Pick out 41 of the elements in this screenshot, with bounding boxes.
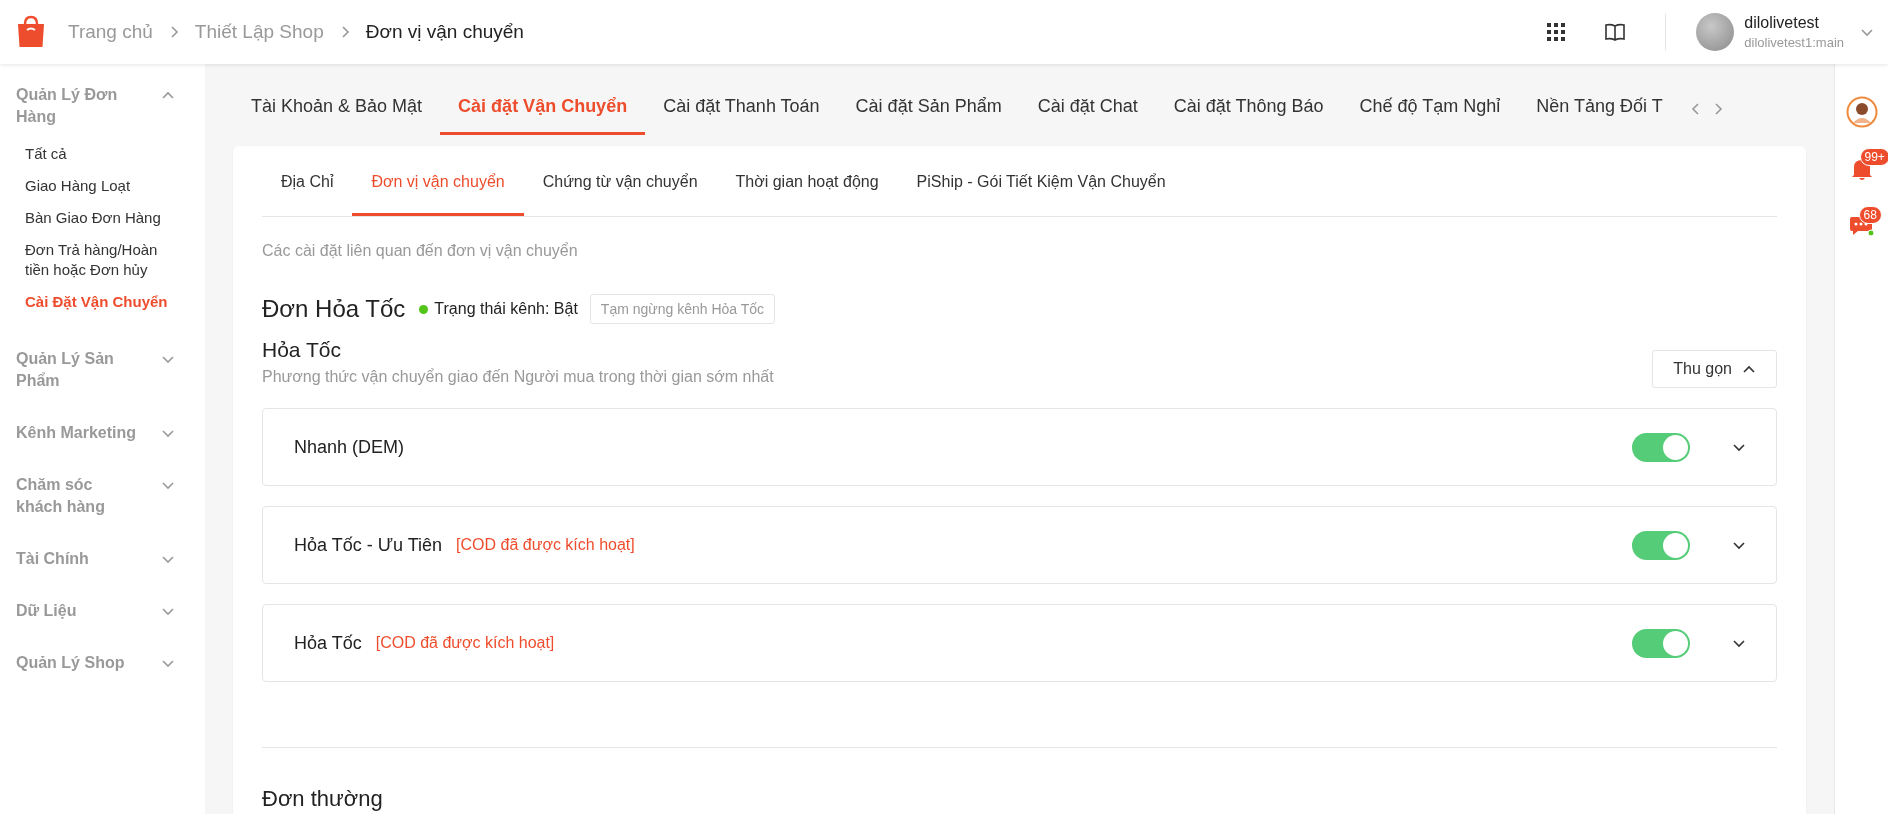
section-title: Đơn thường bbox=[262, 786, 384, 812]
notification-count: 99+ bbox=[1859, 148, 1888, 166]
service-name: Hỏa Tốc - Ưu Tiên bbox=[294, 534, 443, 556]
settings-tab[interactable]: Cài đặt Thanh Toán bbox=[645, 81, 838, 135]
sub-tab[interactable]: Thời gian hoạt động bbox=[716, 150, 898, 216]
settings-tab[interactable]: Cài đặt Chat bbox=[1019, 81, 1156, 135]
toggle-switch[interactable] bbox=[1632, 530, 1690, 560]
settings-tab[interactable]: Cài đặt Sản Phẩm bbox=[837, 81, 1020, 135]
user-name: dilolivetest bbox=[1744, 14, 1820, 32]
group-title: Hỏa Tốc bbox=[262, 338, 342, 362]
toggle-switch[interactable] bbox=[1632, 432, 1690, 462]
sidebar-item[interactable]: Cài Đặt Vận Chuyển bbox=[0, 286, 205, 318]
channel-status: Trạng thái kênh: Bật bbox=[434, 300, 578, 318]
sidebar-item[interactable]: Bàn Giao Đơn Hàng bbox=[0, 202, 205, 234]
cod-note: [COD đã được kích hoạt] bbox=[375, 634, 555, 652]
sub-tab[interactable]: PiShip - Gói Tiết Kiệm Vận Chuyển bbox=[897, 150, 1185, 216]
service-name: Hỏa Tốc bbox=[294, 632, 362, 654]
settings-tab[interactable]: Nền Tảng Đối T bbox=[1518, 81, 1681, 135]
settings-tab[interactable]: Tài Khoản & Bảo Mật bbox=[233, 81, 441, 135]
sub-tab[interactable]: Chứng từ vận chuyển bbox=[523, 150, 717, 216]
sub-tab[interactable]: Đơn vị vận chuyển bbox=[352, 150, 524, 216]
apps-grid-icon[interactable] bbox=[1547, 23, 1566, 41]
section-title: Đơn Hỏa Tốc bbox=[262, 295, 406, 323]
sidebar-item[interactable]: Tất cả bbox=[0, 138, 205, 170]
group-description: Phương thức vận chuyển giao đến Người mua trong thời gian sớm nhất bbox=[262, 368, 774, 386]
user-avatar[interactable] bbox=[1696, 13, 1735, 51]
logo-icon[interactable] bbox=[16, 15, 46, 49]
service-name: Nhanh (DEM) bbox=[294, 436, 405, 458]
user-account: dilolivetest1:main bbox=[1744, 35, 1844, 50]
toggle-switch[interactable] bbox=[1632, 628, 1690, 658]
settings-tab[interactable]: Cài đặt Thông Báo bbox=[1155, 81, 1342, 135]
avatar-icon[interactable] bbox=[1845, 96, 1878, 128]
cod-note: [COD đã được kích hoạt] bbox=[456, 536, 635, 554]
book-icon[interactable] bbox=[1605, 23, 1626, 41]
collapse-button[interactable]: Thu gọn bbox=[1652, 350, 1777, 388]
sidebar-item[interactable]: Đơn Trả hàng/Hoàn tiền hoặc Đơn hủy bbox=[0, 234, 205, 286]
page-description: Các cài đặt liên quan đến đơn vị vận chuyển bbox=[262, 242, 579, 260]
sub-tab[interactable]: Địa Chỉ bbox=[262, 150, 353, 216]
chat-count: 68 bbox=[1858, 206, 1882, 224]
settings-tab[interactable]: Chế độ Tạm Nghỉ bbox=[1341, 81, 1519, 135]
sidebar-item[interactable]: Giao Hàng Loạt bbox=[0, 170, 205, 202]
